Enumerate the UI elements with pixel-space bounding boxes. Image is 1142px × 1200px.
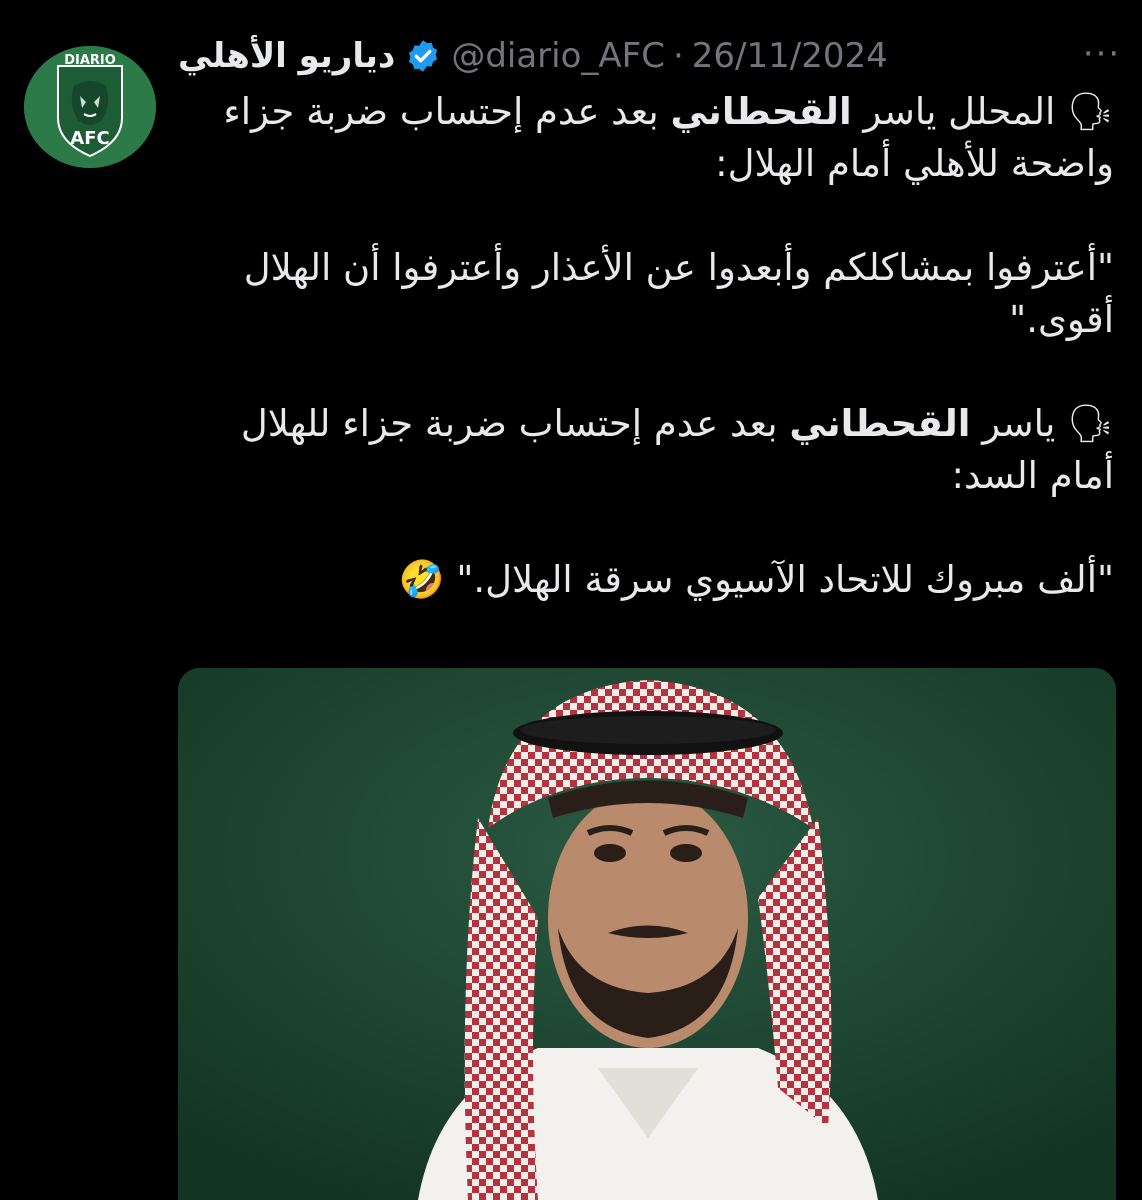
avatar-text-top: DIARIO (64, 53, 116, 68)
display-name[interactable]: دياريو الأهلي (178, 36, 395, 76)
separator-dot: · (672, 36, 684, 76)
speaking-head-icon: 🗣 (1067, 90, 1114, 133)
more-options-button[interactable]: ··· (1072, 34, 1132, 74)
avatar[interactable]: DIARIO AFC (24, 46, 156, 168)
para1-pre: المحلل ياسر (851, 90, 1056, 133)
tweet-quote-2: "ألف مبروك للاتحاد الآسيوي سرقة الهلال."… (178, 554, 1114, 606)
tweet-paragraph-1: 🗣 المحلل ياسر القحطاني بعد عدم إحتساب ضر… (178, 86, 1114, 190)
quote2-text: "ألف مبروك للاتحاد الآسيوي سرقة الهلال." (456, 558, 1114, 601)
para1-bold-name: القحطاني (670, 90, 852, 133)
para2-pre: ياسر (970, 402, 1056, 445)
para2-bold-name: القحطاني (789, 402, 971, 445)
user-handle[interactable]: @diario_AFC (451, 36, 665, 76)
portrait-photo (178, 668, 1116, 1200)
verified-badge-icon (405, 38, 441, 74)
tweet-media-image[interactable] (178, 668, 1116, 1200)
tweet-paragraph-2: 🗣 ياسر القحطاني بعد عدم إحتساب ضربة جزاء… (178, 398, 1114, 502)
rolling-laughing-icon: 🤣 (398, 558, 445, 601)
tweet-date[interactable]: 26/11/2024 (692, 36, 888, 76)
speaking-head-icon: 🗣 (1067, 402, 1114, 445)
tweet-quote-1: "أعترفوا بمشاكلكم وأبعدوا عن الأعذار وأع… (243, 246, 1114, 341)
lion-logo-icon: DIARIO AFC (24, 46, 156, 168)
tweet-header: دياريو الأهلي @diario_AFC · 26/11/2024 (178, 30, 1058, 82)
avatar-text-bottom: AFC (70, 128, 109, 149)
tweet-text: 🗣 المحلل ياسر القحطاني بعد عدم إحتساب ضر… (178, 86, 1114, 606)
more-horizontal-icon: ··· (1082, 34, 1122, 74)
